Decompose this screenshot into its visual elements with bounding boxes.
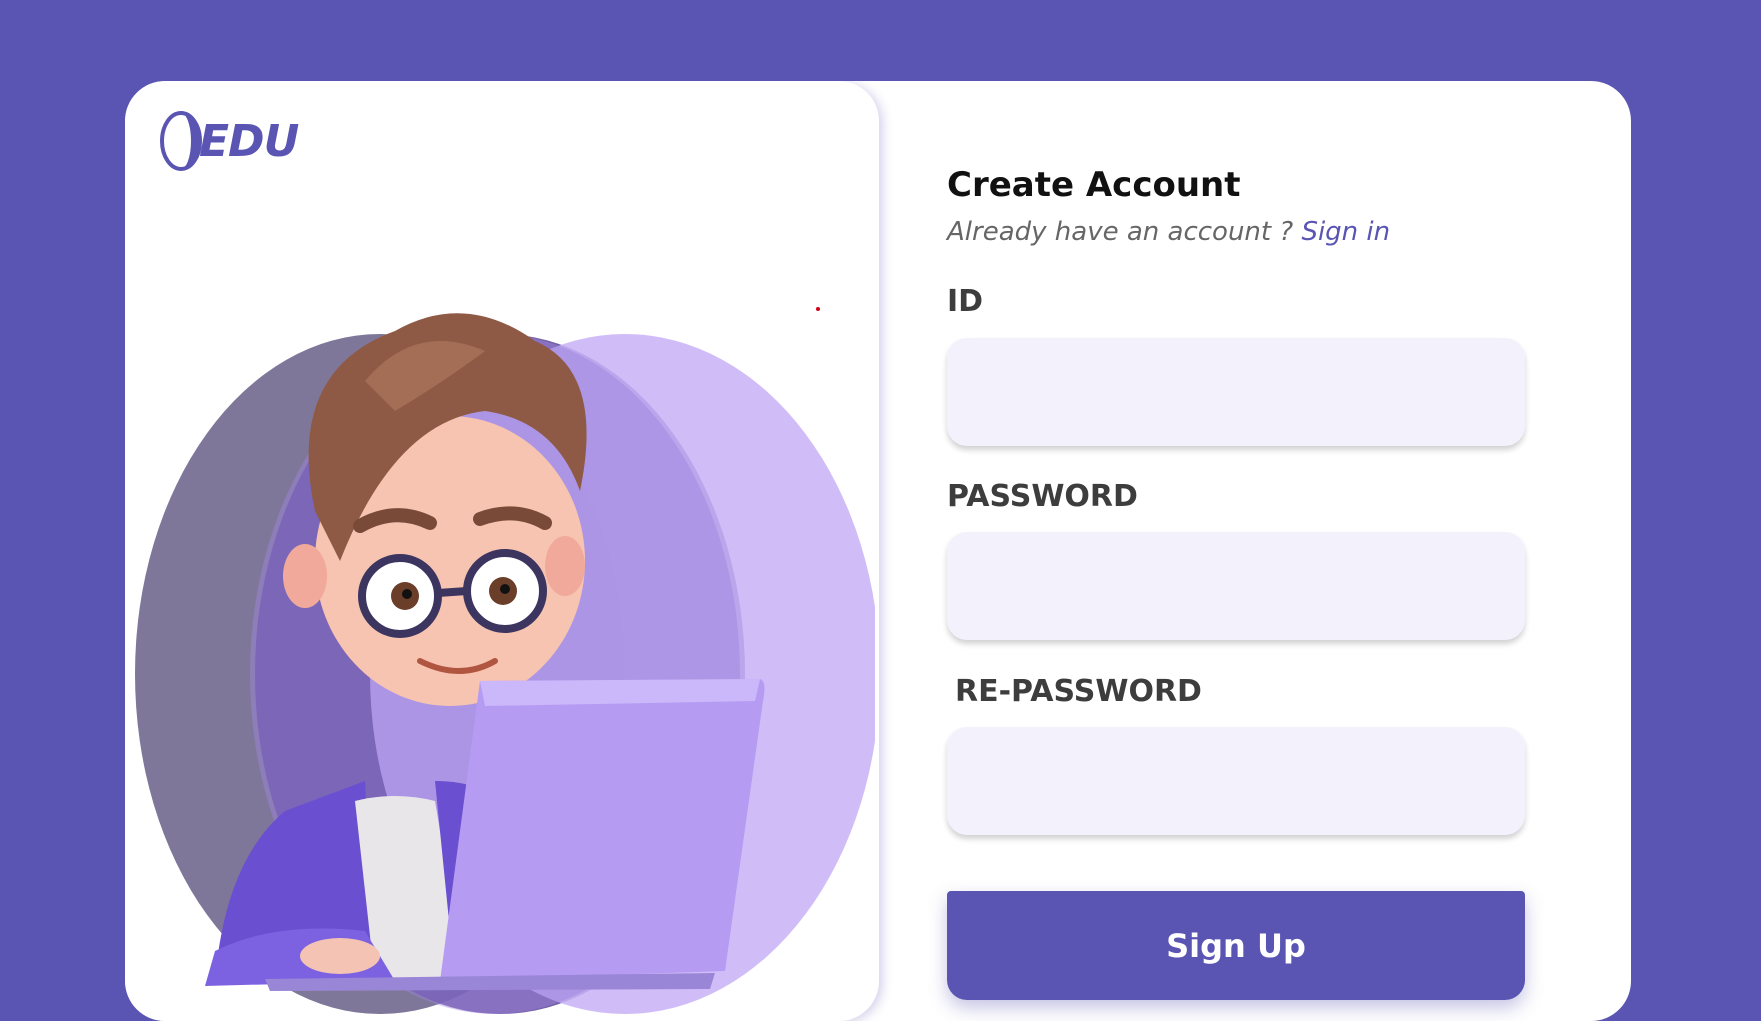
password-input[interactable]	[947, 532, 1525, 640]
signin-prompt: Already have an account ? Sign in	[947, 217, 1390, 247]
sign-in-link[interactable]: Sign in	[1301, 217, 1390, 247]
repassword-input[interactable]	[947, 727, 1525, 835]
brand-name: EDU	[199, 115, 299, 167]
password-label: PASSWORD	[947, 479, 1138, 514]
sign-up-button[interactable]: Sign Up	[947, 891, 1525, 1000]
developer-illustration	[135, 313, 875, 1014]
signin-prompt-text: Already have an account ?	[947, 217, 1302, 247]
illustration-panel: EDU	[125, 81, 879, 1021]
page-title: Create Account	[947, 165, 1241, 205]
signup-card: EDU Create Account Already have an accou…	[125, 81, 1631, 1021]
id-input[interactable]	[947, 338, 1525, 446]
repassword-label: RE-PASSWORD	[955, 674, 1202, 709]
indicator-dot	[816, 307, 820, 311]
id-label: ID	[947, 284, 984, 319]
brand-logo: EDU	[159, 111, 299, 171]
